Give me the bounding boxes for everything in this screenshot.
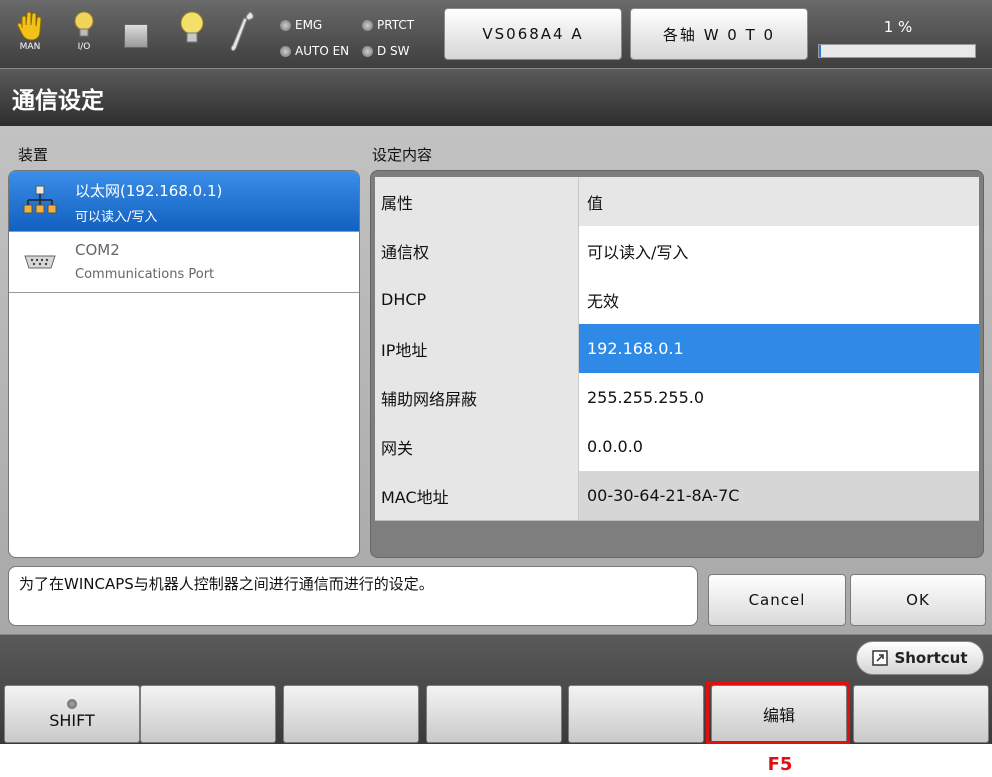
description-box: 为了在WINCAPS与机器人控制器之间进行通信而进行的设定。: [8, 566, 698, 626]
fkey-f1[interactable]: [140, 685, 276, 743]
led-auto-en: AUTO EN: [280, 44, 349, 58]
fkey-shift[interactable]: SHIFT: [4, 685, 140, 743]
table-row[interactable]: 辅助网络屏蔽 255.255.255.0: [375, 373, 979, 423]
table-row[interactable]: 网关 0.0.0.0: [375, 422, 979, 472]
mode-caption: MAN: [19, 42, 41, 52]
axis-button[interactable]: 各轴 W 0 T 0: [630, 8, 808, 60]
speed-bar-fill: [819, 45, 821, 57]
device-name: 以太网(192.168.0.1): [75, 182, 223, 200]
row-value: 0.0.0.0: [579, 422, 979, 471]
serial-port-icon: [24, 255, 56, 269]
hand-icon: [17, 11, 42, 41]
robot-type-button[interactable]: VS068A4 A: [444, 8, 622, 60]
row-key: 通信权: [375, 226, 579, 275]
table-header: 属性 值: [375, 177, 979, 227]
device-name: COM2: [75, 241, 120, 259]
led-dot-icon: [362, 19, 373, 31]
table-row[interactable]: DHCP 无效: [375, 275, 979, 325]
led-dot-icon: [280, 45, 291, 57]
row-key: MAC地址: [375, 471, 579, 520]
led-dot-icon: [362, 45, 373, 57]
page-title: 通信设定: [12, 88, 104, 114]
fkey-f3[interactable]: [426, 685, 562, 743]
device-status: Communications Port: [75, 267, 215, 282]
header-value: 值: [579, 177, 979, 226]
header-key: 属性: [375, 177, 579, 226]
device-item-ethernet[interactable]: 以太网(192.168.0.1) 可以读入/写入: [9, 171, 359, 232]
cancel-button[interactable]: Cancel: [708, 574, 846, 626]
device-section-label: 装置: [18, 146, 49, 164]
tool-indicator[interactable]: [226, 10, 258, 60]
status-bar: MAN I/O EMG PRTCT AUTO EN D SW VS068A4 A…: [0, 0, 992, 68]
device-status: 可以读入/写入: [75, 210, 158, 225]
row-value: 192.168.0.1: [579, 324, 979, 373]
led-emg: EMG: [280, 18, 322, 32]
square-icon[interactable]: [124, 24, 148, 48]
network-icon: [23, 185, 57, 214]
property-table: 属性 值 通信权 可以读入/写入 DHCP 无效 IP地址 192.168.0.…: [370, 170, 984, 558]
shortcut-label: Shortcut: [894, 649, 968, 667]
fkey-label: SHIFT: [49, 710, 95, 730]
ok-button[interactable]: OK: [850, 574, 986, 626]
row-key: IP地址: [375, 324, 579, 373]
io-caption: I/O: [77, 42, 91, 52]
mode-indicator[interactable]: MAN: [14, 10, 46, 60]
table-row[interactable]: MAC地址 00-30-64-21-8A-7C: [375, 471, 979, 521]
window-title-bar: 通信设定: [0, 68, 992, 126]
speed-percent: 1 %: [883, 18, 913, 36]
f5-highlight-box: [706, 682, 850, 744]
bulb-icon: [180, 11, 204, 43]
led-d-sw: D SW: [362, 44, 410, 58]
table-row-selected[interactable]: IP地址 192.168.0.1: [375, 324, 979, 374]
row-key: 辅助网络屏蔽: [375, 373, 579, 422]
row-key: DHCP: [375, 275, 579, 324]
fkey-f6[interactable]: [853, 685, 989, 743]
f5-caption: F5: [767, 754, 793, 775]
table-row[interactable]: 通信权 可以读入/写入: [375, 226, 979, 276]
led-prtct: PRTCT: [362, 18, 414, 32]
wrench-icon: [230, 11, 254, 52]
row-value: 可以读入/写入: [579, 226, 979, 275]
row-value: 00-30-64-21-8A-7C: [579, 471, 979, 520]
device-list: 以太网(192.168.0.1) 可以读入/写入 COM2 Communicat…: [8, 170, 360, 558]
speed-bar[interactable]: [818, 44, 976, 58]
device-item-com2[interactable]: COM2 Communications Port: [9, 232, 359, 293]
lamp-indicator[interactable]: [176, 10, 208, 60]
led-dot-icon: [67, 698, 77, 709]
fkey-f4[interactable]: [568, 685, 704, 743]
row-value: 无效: [579, 275, 979, 324]
io-indicator[interactable]: I/O: [68, 10, 100, 60]
shortcut-button[interactable]: Shortcut: [856, 641, 984, 675]
shortcut-arrow-icon: [872, 650, 889, 666]
row-key: 网关: [375, 422, 579, 471]
row-value: 255.255.255.0: [579, 373, 979, 422]
bulb-io-icon: [74, 11, 94, 37]
fkey-f2[interactable]: [283, 685, 419, 743]
led-dot-icon: [280, 19, 291, 31]
content-section-label: 设定内容: [372, 146, 433, 164]
